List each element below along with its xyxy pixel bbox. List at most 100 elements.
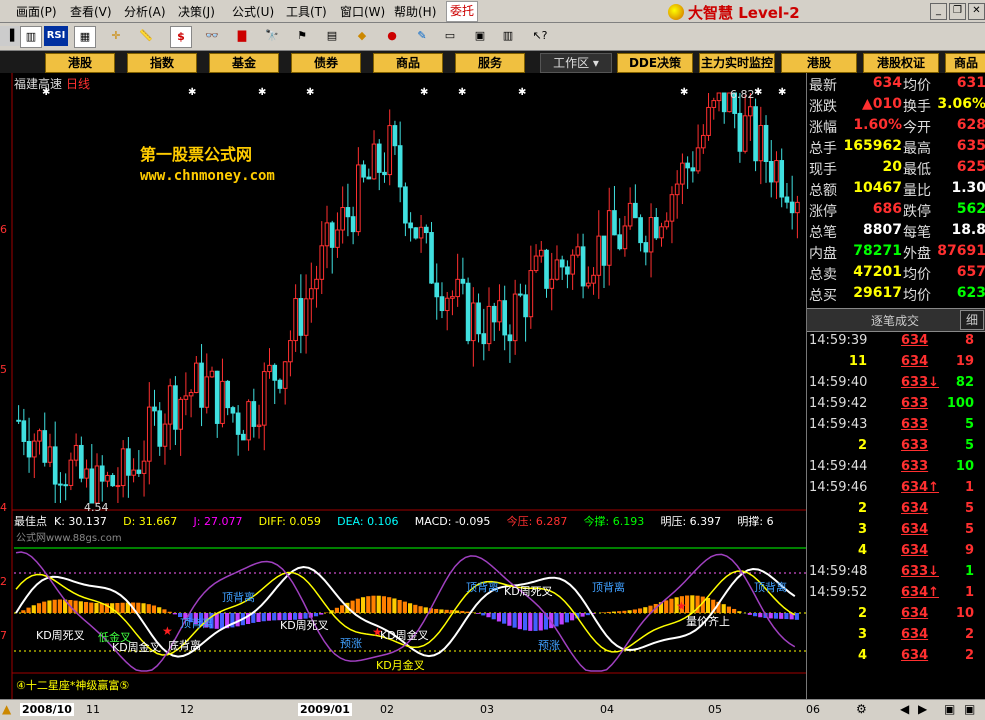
macd-bar (152, 606, 156, 613)
toolbar: ▐ ▥ RSI ▦ ✛ 📏 $ 👓 ▇ 🔭 ⚑ ▤ ◆ ● ✎ ▭ ▣ ▥ ↖? (0, 23, 985, 51)
workspace-menu[interactable]: 工作区 ▾ (540, 53, 612, 73)
chart-area[interactable]: ✱✱✱✱✱✱✱✱✱✱ ★★★ 福建高速 日线 第一股票公式网 www.chnmo… (0, 73, 806, 699)
rsi-icon[interactable]: RSI (44, 26, 68, 46)
tab-commodity[interactable]: 商品 (373, 53, 443, 73)
candle-body (231, 408, 235, 413)
tick-seq: 2 (847, 606, 867, 621)
trade-button[interactable]: 委托 (446, 1, 478, 22)
macd-bar (455, 610, 459, 613)
quote-label: 量比 (903, 180, 931, 200)
macd-bar (382, 596, 386, 613)
menu-item-help[interactable]: 帮助(H) (394, 3, 436, 20)
menu-item-view[interactable]: 查看(V) (70, 3, 112, 20)
macd-bar (445, 610, 449, 613)
macd-bar (523, 613, 527, 630)
candle-body (320, 246, 324, 280)
minimize-icon[interactable]: _ (930, 3, 947, 20)
back-icon[interactable]: ▐ (0, 26, 20, 46)
tick-header: 逐笔成交 细 (807, 308, 985, 332)
signal-label: 顶背离 (222, 589, 255, 605)
date-label: 03 (480, 703, 494, 716)
tick-volume: 5 (965, 438, 974, 453)
ruler-icon[interactable]: 📏 (136, 26, 156, 46)
glasses-icon[interactable]: 👓 (202, 26, 222, 46)
help-cursor-icon[interactable]: ↖? (530, 26, 550, 46)
zoom-in-icon[interactable]: ▣ (964, 702, 975, 716)
macd-bar (32, 605, 36, 613)
kline-icon[interactable]: ▥ (20, 26, 42, 48)
candle-body (64, 485, 68, 486)
candle-body (492, 306, 496, 321)
restore-icon[interactable]: ❐ (949, 3, 966, 20)
settings-icon[interactable]: ⚙ (856, 702, 867, 716)
menu-item-window[interactable]: 窗口(W) (340, 3, 385, 20)
macd-bar (758, 613, 762, 617)
quote-label: 总卖 (809, 264, 837, 284)
tick-price: 634 (901, 501, 928, 516)
nav-arrow-icon[interactable]: ▲ (2, 702, 11, 716)
menu-item-formula[interactable]: 公式(U) (232, 3, 274, 20)
candle-body (184, 396, 188, 399)
candle-body (372, 144, 376, 179)
candle-body (424, 227, 428, 232)
macd-bar (434, 609, 438, 613)
tab-hk-warrant[interactable]: 港股权证 (863, 53, 939, 73)
candle-body (738, 113, 742, 151)
grid-icon[interactable]: ▦ (74, 26, 96, 48)
scroll-left-icon[interactable]: ◀ (900, 702, 909, 716)
tab-main-monitor[interactable]: 主力实时监控 (699, 53, 775, 73)
menu-item-decision[interactable]: 决策(J) (178, 3, 215, 20)
quote-value: 165962 (844, 138, 902, 154)
window-icon[interactable]: ▣ (470, 26, 490, 46)
layout-icon[interactable]: ▭ (440, 26, 460, 46)
tab-commodity2[interactable]: 商品 (945, 53, 985, 73)
diamond-icon[interactable]: ◆ (352, 26, 372, 46)
tick-volume: 8 (965, 333, 974, 348)
quote-label: 最低 (903, 159, 931, 179)
tab-bond[interactable]: 债券 (291, 53, 361, 73)
feather-icon[interactable]: ✎ (412, 26, 432, 46)
chart-icon[interactable]: ⚑ (292, 26, 312, 46)
menu-item-screen[interactable]: 画面(P) (16, 3, 57, 20)
candle-body (48, 447, 52, 462)
signal-label: 预涨 (538, 637, 560, 653)
candle-body (351, 217, 355, 232)
quote-label: 涨幅 (809, 117, 837, 137)
scroll-right-icon[interactable]: ▶ (918, 702, 927, 716)
tab-fund[interactable]: 基金 (209, 53, 279, 73)
candle-body (289, 341, 293, 362)
crosshair-icon[interactable]: ✛ (106, 26, 126, 46)
binoculars-icon[interactable]: 🔭 (262, 26, 282, 46)
tick-row: 46342 (807, 646, 985, 667)
tick-detail-button[interactable]: 细 (960, 310, 984, 330)
quote-label: 均价 (903, 264, 931, 284)
candle-body (174, 386, 178, 429)
stats-icon[interactable]: ▤ (322, 26, 342, 46)
menu-item-analysis[interactable]: 分析(A) (124, 3, 166, 20)
quote-value: 8807 (863, 222, 902, 238)
macd-bar (769, 613, 773, 618)
readout-item: J: 27.077 (194, 515, 243, 528)
dollar-icon[interactable]: $ (170, 26, 192, 48)
tab-dde[interactable]: DDE决策 (617, 53, 693, 73)
tab-hk[interactable]: 港股 (45, 53, 115, 73)
date-label: 02 (380, 703, 394, 716)
close-icon[interactable]: ✕ (968, 3, 985, 20)
bars-icon[interactable]: ▇ (232, 26, 252, 46)
signal-label: 底背离 (168, 637, 201, 653)
candle-body (686, 163, 690, 168)
books-icon[interactable]: ▥ (498, 26, 518, 46)
tab-hk2[interactable]: 港股 (781, 53, 857, 73)
zoom-out-icon[interactable]: ▣ (944, 702, 955, 716)
circle-icon[interactable]: ● (382, 26, 402, 46)
candle-body (189, 393, 193, 396)
menu-item-tools[interactable]: 工具(T) (286, 3, 327, 20)
menu-bar: 画面(P) 查看(V) 分析(A) 决策(J) 公式(U) 工具(T) 窗口(W… (0, 0, 985, 23)
macd-bar (580, 613, 584, 617)
tick-volume: 100 (947, 396, 974, 411)
tab-index[interactable]: 指数 (127, 53, 197, 73)
candle-body (435, 283, 439, 297)
candle-body (508, 335, 512, 341)
tick-price: 634 (901, 543, 928, 558)
tab-service[interactable]: 服务 (455, 53, 525, 73)
